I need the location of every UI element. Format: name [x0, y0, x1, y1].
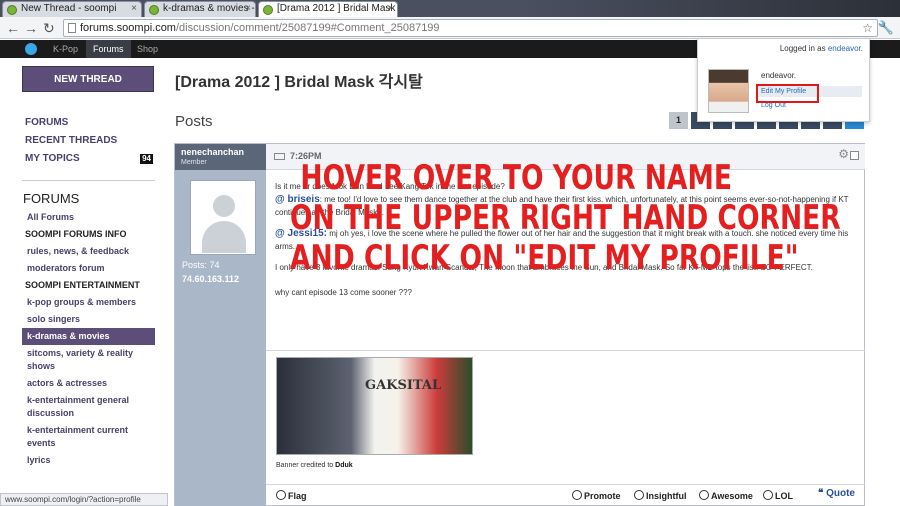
soompi-logo-icon[interactable] — [25, 43, 37, 55]
nav-shop[interactable]: Shop — [130, 40, 165, 58]
insightful-button[interactable]: Insightful — [634, 490, 687, 501]
avatar-body — [202, 221, 246, 253]
sidebar-item-sitcoms-variety[interactable]: sitcoms, variety & reality shows — [22, 345, 155, 375]
post-paragraph: why cant episode 13 come sooner ??? — [275, 288, 412, 297]
sidebar-item-moderators-forum[interactable]: moderators forum — [22, 260, 155, 277]
new-thread-button[interactable]: NEW THREAD — [22, 66, 154, 92]
url-domain: forums.soompi.com — [80, 22, 176, 34]
credit-name[interactable]: Dduk — [335, 462, 353, 469]
log-out-link[interactable]: Log Out — [761, 102, 786, 109]
sidebar-link-recent-threads[interactable]: RECENT THREADS — [22, 132, 155, 150]
select-post-checkbox[interactable] — [850, 151, 859, 160]
tab-title: k-dramas & movies - soom — [163, 3, 255, 14]
wrench-menu-icon[interactable]: 🔧 — [878, 20, 894, 36]
my-topics-count-badge: 94 — [140, 154, 153, 164]
posts-heading: Posts — [175, 113, 213, 130]
post-signature-divider — [266, 350, 865, 351]
tab-title: [Drama 2012 ] Bridal Mask — [277, 3, 396, 14]
awesome-button[interactable]: Awesome — [699, 490, 753, 501]
close-tab-icon[interactable]: × — [387, 2, 393, 16]
nav-kpop[interactable]: K-Pop — [46, 40, 85, 58]
soompi-favicon-icon — [263, 5, 273, 15]
sidebar-item-k-entertainment-current-events[interactable]: k-entertainment current events — [22, 422, 155, 452]
gear-icon[interactable]: ⚙ — [838, 147, 849, 161]
sidebar-item-rules-news-feedback[interactable]: rules, news, & feedback — [22, 243, 155, 260]
highlight-box — [756, 84, 819, 103]
user-avatar[interactable] — [708, 69, 749, 113]
soompi-favicon-icon — [149, 5, 159, 15]
sidebar-item-all-forums[interactable]: All Forums — [22, 209, 155, 226]
author-role: Member — [181, 159, 207, 166]
instruction-overlay: HOVER OVER TO YOUR NAME ON THE UPPER RIG… — [290, 158, 841, 278]
logged-in-username-link[interactable]: endeavor. — [828, 44, 863, 53]
sidebar-item-k-dramas-movies[interactable]: k-dramas & movies — [22, 328, 155, 345]
back-arrow-icon[interactable]: ← — [6, 20, 20, 36]
sidebar-item-lyrics[interactable]: lyrics — [22, 452, 155, 469]
close-tab-icon[interactable]: × — [245, 2, 251, 16]
author-header: nenechanchan Member — [175, 144, 266, 170]
sidebar-item-solo-singers[interactable]: solo singers — [22, 311, 155, 328]
post-author-panel: nenechanchan Member Posts: 74 74.60.163.… — [175, 144, 266, 506]
sidebar-item-kpop-groups[interactable]: k-pop groups & members — [22, 294, 155, 311]
browser-tab-k-dramas[interactable]: k-dramas & movies - soom × — [144, 1, 256, 17]
browser-tab-new-thread[interactable]: New Thread - soompi × — [2, 1, 142, 17]
banner-credit: Banner credited to Dduk — [276, 462, 353, 469]
browser-status-bar: www.soompi.com/login/?action=profile — [0, 493, 168, 506]
default-avatar-icon[interactable] — [190, 180, 256, 255]
browser-tab-strip: New Thread - soompi × k-dramas & movies … — [0, 0, 900, 17]
reload-icon[interactable]: ↻ — [43, 20, 55, 36]
browser-tab-bridal-mask[interactable]: [Drama 2012 ] Bridal Mask × — [258, 1, 398, 17]
author-username[interactable]: nenechanchan — [181, 147, 260, 158]
logged-in-label: Logged in as endeavor. — [779, 44, 863, 53]
forum-category-list: All Forums SOOMPI FORUMS INFO rules, new… — [22, 209, 155, 469]
gaksital-banner-image: GAKSITAL — [276, 357, 473, 455]
sidebar-item-actors-actresses[interactable]: actors & actresses — [22, 375, 155, 392]
quote-button[interactable]: ❝ Quote — [818, 488, 855, 499]
user-menu-dropdown: Logged in as endeavor. endeavor. Edit My… — [697, 38, 870, 122]
left-sidebar: NEW THREAD FORUMS RECENT THREADS MY TOPI… — [22, 66, 155, 469]
tabstrip-decoration — [520, 0, 900, 17]
sidebar-category-soompi-entertainment[interactable]: SOOMPI ENTERTAINMENT — [22, 277, 155, 294]
promote-button[interactable]: Promote — [572, 490, 621, 501]
promote-icon — [572, 490, 582, 500]
address-bar[interactable]: forums.soompi.com/discussion/comment/250… — [63, 19, 878, 37]
post-link-icon[interactable] — [274, 153, 285, 160]
sidebar-quick-links: FORUMS RECENT THREADS MY TOPICS 94 — [22, 114, 155, 168]
instruction-line-3: AND CLICK ON "EDIT MY PROFILE" — [290, 238, 799, 278]
author-post-count: Posts: 74 — [182, 260, 220, 270]
forward-arrow-icon[interactable]: → — [24, 20, 38, 36]
page-1-button[interactable]: 1 — [669, 112, 688, 129]
lol-icon — [763, 490, 773, 500]
sidebar-link-my-topics[interactable]: MY TOPICS 94 — [22, 150, 155, 168]
author-ip: 74.60.163.112 — [182, 274, 240, 284]
instruction-line-2: ON THE UPPER RIGHT HAND CORNER — [290, 198, 841, 238]
insightful-icon — [634, 490, 644, 500]
lol-button[interactable]: LOL — [763, 490, 793, 501]
bookmark-star-icon[interactable]: ☆ — [862, 20, 873, 36]
thread-title: [Drama 2012 ] Bridal Mask 각시탈 — [175, 74, 423, 91]
page-icon — [68, 23, 76, 33]
sidebar-item-k-entertainment-general[interactable]: k-entertainment general discussion — [22, 392, 155, 422]
close-tab-icon[interactable]: × — [131, 2, 137, 16]
flag-button[interactable]: Flag — [276, 490, 307, 501]
post-actions: Flag Promote Insightful Awesome LOL ❝ Qu… — [266, 484, 865, 506]
instruction-line-1: HOVER OVER TO YOUR NAME — [300, 158, 732, 198]
quote-icon: ❝ — [817, 488, 827, 499]
awesome-icon — [699, 490, 709, 500]
url-path: /discussion/comment/25087199#Comment_250… — [175, 22, 440, 34]
sidebar-divider — [22, 180, 155, 181]
browser-toolbar: ← → ↻ forums.soompi.com/discussion/comme… — [0, 17, 900, 39]
sidebar-heading-forums: FORUMS — [23, 191, 80, 206]
banner-title: GAKSITAL — [365, 378, 442, 393]
sidebar-category-soompi-forums-info[interactable]: SOOMPI FORUMS INFO — [22, 226, 155, 243]
user-display-name: endeavor. — [761, 71, 797, 80]
sidebar-link-forums[interactable]: FORUMS — [22, 114, 155, 132]
tab-title: New Thread - soompi — [21, 3, 117, 14]
flag-icon — [276, 490, 286, 500]
avatar-head — [213, 195, 235, 217]
nav-forums[interactable]: Forums — [86, 40, 131, 58]
soompi-favicon-icon — [7, 5, 17, 15]
